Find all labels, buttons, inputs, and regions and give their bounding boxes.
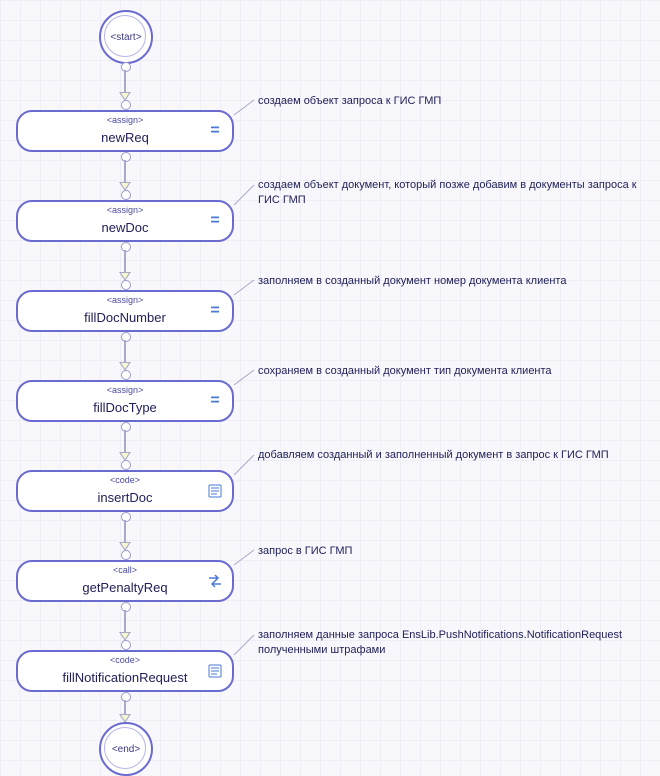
node-type: <call>	[18, 565, 232, 575]
node-fillNotificationRequest[interactable]: <code> fillNotificationRequest	[16, 650, 234, 692]
call-icon	[208, 574, 222, 588]
node-name: newDoc	[18, 220, 232, 235]
code-icon	[208, 484, 222, 498]
end-node[interactable]: <end>	[99, 722, 153, 776]
node-type: <assign>	[18, 385, 232, 395]
node-getPenaltyReq[interactable]: <call> getPenaltyReq	[16, 560, 234, 602]
node-name: fillNotificationRequest	[18, 670, 232, 685]
assign-icon: =	[208, 394, 222, 408]
node-name: getPenaltyReq	[18, 580, 232, 595]
node-fillDocNumber[interactable]: <assign> fillDocNumber =	[16, 290, 234, 332]
node-name: newReq	[18, 130, 232, 145]
code-icon	[208, 664, 222, 678]
annotation: добавляем созданный и заполненный докуме…	[258, 448, 609, 463]
assign-icon: =	[208, 124, 222, 138]
annotation: запрос в ГИС ГМП	[258, 544, 352, 559]
annotation: заполняем в созданный документ номер док…	[258, 274, 566, 289]
node-type: <assign>	[18, 295, 232, 305]
node-type: <assign>	[18, 205, 232, 215]
node-type: <code>	[18, 475, 232, 485]
node-type: <assign>	[18, 115, 232, 125]
assign-icon: =	[208, 214, 222, 228]
node-type: <code>	[18, 655, 232, 665]
node-insertDoc[interactable]: <code> insertDoc	[16, 470, 234, 512]
annotation: создаем объект запроса к ГИС ГМП	[258, 94, 441, 109]
annotation: заполняем данные запроса EnsLib.PushNoti…	[258, 628, 638, 658]
node-newReq[interactable]: <assign> newReq =	[16, 110, 234, 152]
diagram-canvas: <start> <assign> newReq = создаем объект…	[0, 0, 660, 764]
annotation: создаем объект документ, который позже д…	[258, 178, 638, 208]
assign-icon: =	[208, 304, 222, 318]
start-node[interactable]: <start>	[99, 10, 153, 64]
node-name: insertDoc	[18, 490, 232, 505]
node-newDoc[interactable]: <assign> newDoc =	[16, 200, 234, 242]
node-name: fillDocType	[18, 400, 232, 415]
node-name: fillDocNumber	[18, 310, 232, 325]
annotation: сохраняем в созданный документ тип докум…	[258, 364, 552, 379]
node-fillDocType[interactable]: <assign> fillDocType =	[16, 380, 234, 422]
